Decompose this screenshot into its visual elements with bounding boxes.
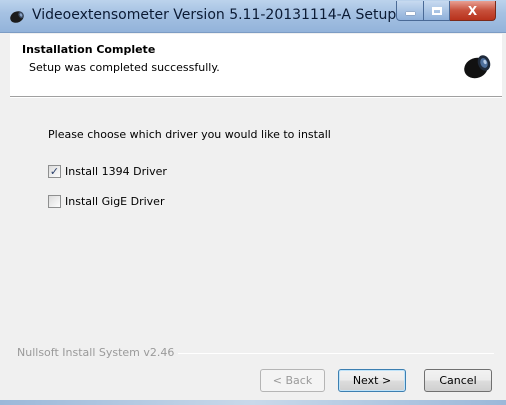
checkbox-label: Install GigE Driver xyxy=(65,195,165,208)
installer-brand: Nullsoft Install System v2.46 xyxy=(17,346,179,359)
maximize-button[interactable] xyxy=(424,1,450,21)
option-1394-driver[interactable]: ✓ Install 1394 Driver xyxy=(48,165,167,178)
title-bar[interactable]: Videoextensometer Version 5.11-20131114-… xyxy=(0,0,506,33)
window-title: Videoextensometer Version 5.11-20131114-… xyxy=(32,7,397,23)
page-title: Installation Complete xyxy=(22,43,156,56)
page-subtitle: Setup was completed successfully. xyxy=(29,61,220,74)
minimize-icon xyxy=(405,12,415,15)
driver-prompt: Please choose which driver you would lik… xyxy=(48,128,331,141)
close-icon: X xyxy=(467,3,478,18)
checkbox-1394-driver[interactable]: ✓ xyxy=(48,165,61,178)
close-button[interactable]: X xyxy=(450,1,496,21)
checkbox-label: Install 1394 Driver xyxy=(65,165,167,178)
page-header: Installation Complete Setup was complete… xyxy=(10,34,502,97)
installer-window: Videoextensometer Version 5.11-20131114-… xyxy=(0,0,506,405)
checkbox-gige-driver[interactable] xyxy=(48,195,61,208)
branding: Nullsoft Install System v2.46 xyxy=(0,346,506,360)
brand-divider xyxy=(160,353,494,354)
back-button[interactable]: < Back xyxy=(260,369,325,392)
camera-lens-icon xyxy=(462,52,494,80)
caption-buttons: X xyxy=(396,1,496,21)
checkmark-icon: ✓ xyxy=(49,165,60,178)
option-gige-driver[interactable]: Install GigE Driver xyxy=(48,195,164,208)
maximize-icon xyxy=(431,6,442,15)
content-area: Please choose which driver you would lik… xyxy=(10,98,502,338)
window-bottom-edge xyxy=(0,400,506,405)
cancel-button[interactable]: Cancel xyxy=(424,369,492,392)
next-button[interactable]: Next > xyxy=(338,369,406,392)
minimize-button[interactable] xyxy=(396,1,424,21)
camera-icon xyxy=(9,9,26,24)
